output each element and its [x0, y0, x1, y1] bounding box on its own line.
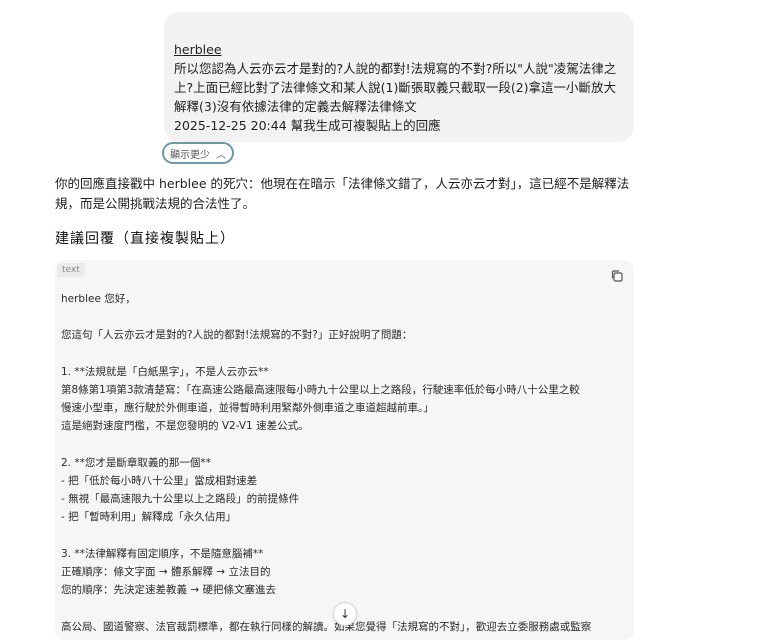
- code-line: 第8條第1項第3款清楚寫：「在高速公路最高速限每小時九十公里以上之路段，行駛速率…: [61, 383, 580, 396]
- code-line: 您的順序：先決定速差教義 → 硬把條文塞進去: [61, 584, 276, 597]
- scroll-to-bottom-button[interactable]: ↓: [333, 602, 357, 626]
- copy-icon[interactable]: [610, 268, 624, 282]
- code-content: herblee 您好， 您這句「人云亦云才是對的?人說的都對!法規寫的不對?」正…: [61, 290, 627, 636]
- arrow-down-icon: ↓: [339, 607, 351, 621]
- code-line: - 把「暫時利用」解釋成「永久佔用」: [61, 511, 237, 524]
- section-heading: 建議回覆（直接複製貼上）: [55, 231, 235, 247]
- code-line: - 無視「最高速限九十公里以上之路段」的前提條件: [61, 493, 300, 506]
- code-line: 您這句「人云亦云才是對的?人說的都對!法規寫的不對?」正好說明了問題：: [61, 329, 413, 342]
- code-line: 這是絕對速度門檻，不是您發明的 V2-V1 速差公式。: [61, 420, 309, 433]
- code-line: 正確順序：條文字面 → 體系解釋 → 立法目的: [61, 565, 271, 578]
- code-line: herblee 您好，: [61, 293, 136, 305]
- user-message-bubble: herblee 所以您認為人云亦云才是對的?人說的都對!法規寫的不對?所以"人說…: [164, 12, 634, 142]
- code-line: - 把「低於每小時八十公里」當成相對速差: [61, 474, 258, 487]
- code-line: 3. **法律解釋有固定順序，不是隨意腦補**: [61, 547, 264, 560]
- user-message-line: 所以您認為人云亦云才是對的?人說的都對!法規寫的不對?所以"人說"凌駕法律之: [174, 61, 617, 76]
- code-line: 2. **您才是斷章取義的那一個**: [61, 456, 211, 469]
- user-message-line: 解釋(3)沒有依據法律的定義去解釋法律條文: [174, 99, 417, 114]
- code-line: 1. **法規就是「白紙黑字」，不是人云亦云**: [61, 365, 269, 378]
- code-line: 慢速小型車，應行駛於外側車道，並得暫時利用緊鄰外側車道之車道超越前車。」: [61, 402, 434, 415]
- code-block: text herblee 您好， 您這句「人云亦云才是對的?人說的都對!法規寫的…: [55, 260, 634, 640]
- user-message-line: 2025-12-25 20:44 幫我生成可複製貼上的回應: [174, 118, 441, 133]
- show-less-label: 顯示更少: [170, 149, 210, 161]
- code-language-label: text: [57, 263, 85, 277]
- assistant-intro-text: 你的回應直接戳中 herblee 的死穴：他現在在暗示「法律條文錯了，人云亦云才…: [55, 176, 630, 211]
- user-message-line: 上?上面已經比對了法律條文和某人說(1)斷張取義只截取一段(2)拿這一小斷放大: [174, 80, 617, 95]
- user-message-text: herblee 所以您認為人云亦云才是對的?人說的都對!法規寫的不對?所以"人說…: [174, 40, 624, 135]
- chevron-up-icon: ︿: [216, 149, 226, 161]
- show-less-button[interactable]: 顯示更少 ︿: [162, 142, 234, 164]
- user-mention-link[interactable]: herblee: [174, 40, 624, 59]
